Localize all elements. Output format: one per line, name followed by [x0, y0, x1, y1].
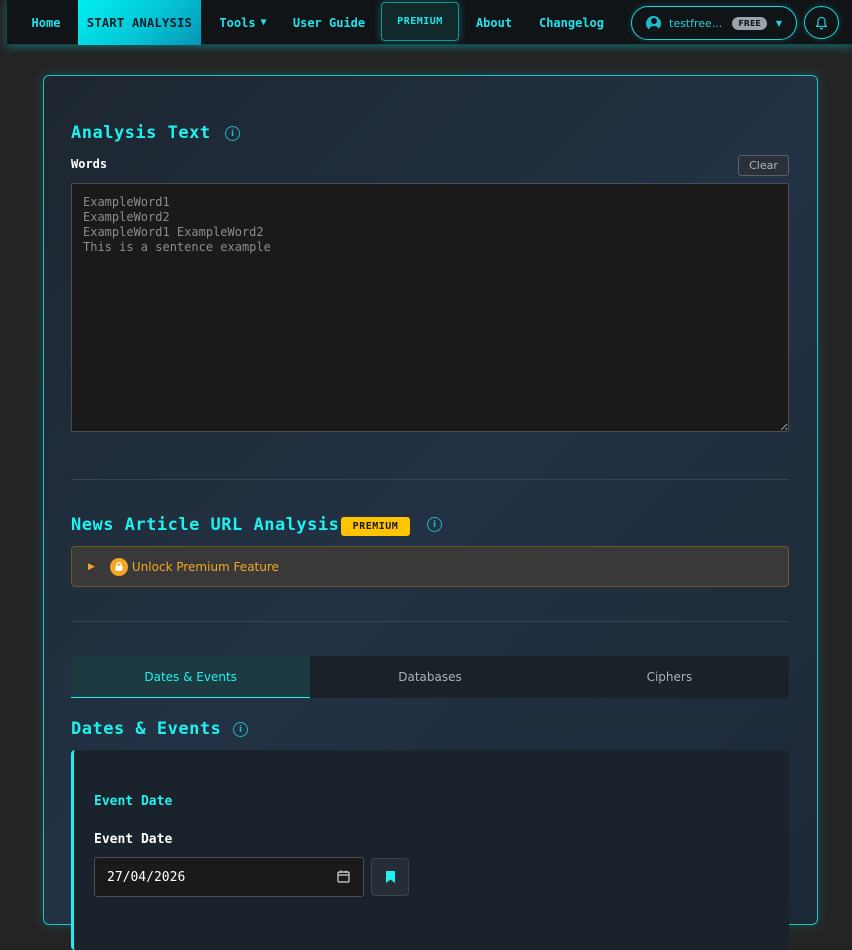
unlock-premium-toggle[interactable]: ▶ Unlock Premium Feature: [71, 546, 789, 587]
tab-dates-events[interactable]: Dates & Events: [71, 656, 311, 698]
user-menu-button[interactable]: testfree... FREE ▼: [631, 6, 797, 40]
event-date-value: 27/04/2026: [107, 869, 186, 885]
divider: [71, 479, 789, 480]
event-date-label: Event Date: [94, 832, 173, 847]
notifications-button[interactable]: [804, 6, 839, 39]
caret-down-icon: ▼: [260, 17, 267, 28]
news-analysis-title: News Article URL Analysis: [71, 515, 340, 535]
bookmark-button[interactable]: [371, 858, 409, 896]
calendar-icon[interactable]: [337, 870, 350, 883]
dates-events-title: Dates & Events: [71, 719, 222, 739]
analysis-card: Analysis Text i Words Clear News Article…: [43, 75, 818, 950]
info-icon[interactable]: i: [427, 517, 442, 532]
analysis-tabs: Dates & Events Databases Ciphers: [71, 656, 789, 698]
plan-badge: FREE: [732, 16, 767, 30]
event-date-input[interactable]: 27/04/2026: [94, 857, 364, 897]
premium-badge: PREMIUM: [341, 517, 410, 536]
event-date-card: Event Date Event Date 27/04/2026: [71, 750, 789, 950]
nav-premium[interactable]: PREMIUM: [381, 2, 459, 41]
nav-tools-label: Tools: [219, 15, 256, 30]
chevron-down-icon: ▼: [775, 18, 783, 28]
nav-about[interactable]: About: [473, 0, 515, 45]
nav-start-analysis[interactable]: START ANALYSIS: [78, 0, 201, 45]
clear-button[interactable]: Clear: [738, 155, 789, 176]
event-card-title: Event Date: [94, 794, 173, 809]
bookmark-icon: [385, 871, 395, 883]
lock-icon: [109, 557, 128, 576]
tab-ciphers[interactable]: Ciphers: [550, 656, 789, 698]
nav-tools[interactable]: Tools ▼: [213, 0, 273, 45]
analysis-text-title: Analysis Text: [71, 123, 211, 143]
divider: [71, 621, 789, 622]
words-label: Words: [71, 157, 108, 171]
user-name: testfree...: [669, 16, 723, 30]
words-textarea[interactable]: [71, 183, 789, 432]
info-icon[interactable]: i: [233, 722, 248, 737]
nav-home[interactable]: Home: [27, 0, 65, 45]
nav-changelog[interactable]: Changelog: [535, 0, 608, 45]
unlock-premium-label: Unlock Premium Feature: [131, 559, 279, 574]
nav-user-guide[interactable]: User Guide: [291, 0, 367, 45]
tab-databases[interactable]: Databases: [310, 656, 549, 698]
user-avatar-icon: [646, 15, 661, 31]
info-icon[interactable]: i: [225, 126, 240, 141]
bell-icon: [815, 16, 828, 30]
top-navbar: Home START ANALYSIS Tools ▼ User Guide P…: [7, 0, 852, 45]
expand-triangle-icon: ▶: [88, 561, 95, 572]
